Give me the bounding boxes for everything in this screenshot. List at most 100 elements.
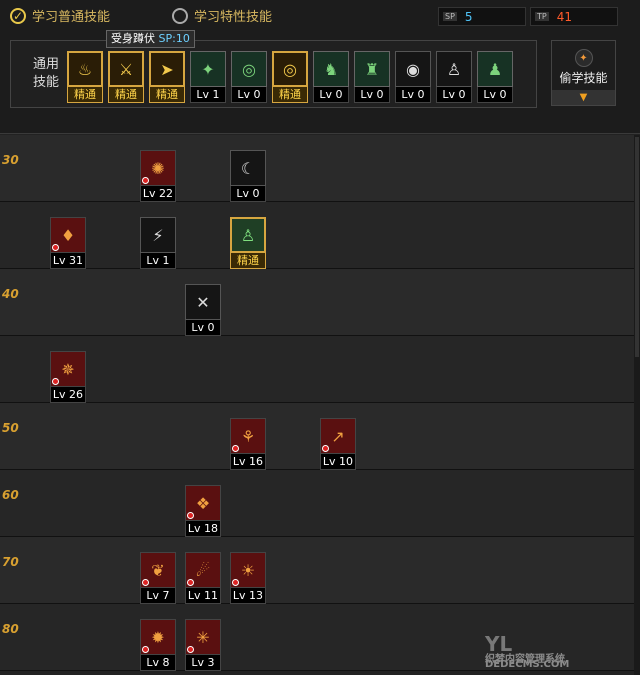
skill-level: Lv 16: [230, 454, 266, 470]
skill-level: Lv 0: [313, 87, 349, 103]
skill-slot[interactable]: ↗ Lv 10: [320, 418, 356, 470]
chevron-down-icon[interactable]: ▼: [552, 90, 615, 105]
watermark-url: DEDECMS.COM: [485, 659, 570, 670]
skill-level: Lv 26: [50, 387, 86, 403]
tab-learn-trait[interactable]: 学习特性技能: [172, 6, 272, 25]
roll-icon[interactable]: ⚔: [108, 51, 144, 87]
skill-row: ✵ Lv 26: [0, 336, 634, 403]
skill-slot[interactable]: ⚡ Lv 1: [140, 217, 176, 269]
common-skill-slot[interactable]: ♜ Lv 0: [354, 51, 390, 103]
common-skill-slot[interactable]: ⚔ 精通: [108, 51, 144, 103]
tp-value: 41: [556, 9, 572, 24]
tab-label: 学习普通技能: [32, 10, 111, 25]
eye-icon[interactable]: ◉: [395, 51, 431, 87]
skill-sun-icon[interactable]: ✹: [140, 619, 176, 655]
run-icon[interactable]: ➤: [149, 51, 185, 87]
skill-cross-icon[interactable]: ✕: [185, 284, 221, 320]
wings-icon[interactable]: ✦: [190, 51, 226, 87]
skill-orb-icon[interactable]: ☀: [230, 552, 266, 588]
alert-badge-icon: [52, 244, 59, 251]
skill-level: 精通: [230, 253, 266, 269]
skill-level: Lv 3: [185, 655, 221, 671]
tab-learn-normal[interactable]: ✓ 学习普通技能: [10, 6, 110, 25]
skill-slot[interactable]: ♙ 精通: [230, 217, 266, 269]
skill-level: Lv 0: [230, 186, 266, 202]
skill-spear-icon[interactable]: ↗: [320, 418, 356, 454]
skill-slot[interactable]: ☀ Lv 13: [230, 552, 266, 604]
watermark-logo: YL 织梦内容管理系统 DEDECMS.COM: [485, 632, 569, 670]
scrollbar-thumb[interactable]: [635, 137, 639, 357]
skill-slot[interactable]: ✕ Lv 0: [185, 284, 221, 336]
skill-slot[interactable]: ⚘ Lv 16: [230, 418, 266, 470]
skill-slot[interactable]: ❦ Lv 7: [140, 552, 176, 604]
skill-vortex-icon[interactable]: ✵: [50, 351, 86, 387]
skill-slot[interactable]: ✹ Lv 8: [140, 619, 176, 671]
skill-level: 精通: [149, 87, 185, 103]
level-requirement-label: 70: [2, 555, 19, 569]
tp-tag: TP: [535, 12, 549, 21]
tp-counter: TP 41: [530, 7, 618, 26]
skill-slot[interactable]: ☄ Lv 11: [185, 552, 221, 604]
skill-tooltip: 受身蹲伏 SP:10: [106, 30, 195, 48]
wizard-icon[interactable]: ♜: [354, 51, 390, 87]
radio-icon: [172, 7, 188, 24]
alert-badge-icon: [142, 579, 149, 586]
skill-slot[interactable]: ✺ Lv 22: [140, 150, 176, 202]
common-skill-slot[interactable]: ♨ 精通: [67, 51, 103, 103]
skill-slash-icon[interactable]: ☾: [230, 150, 266, 186]
skill-leaf-icon[interactable]: ❦: [140, 552, 176, 588]
skill-slot[interactable]: ✳ Lv 3: [185, 619, 221, 671]
skill-level: Lv 1: [190, 87, 226, 103]
skill-level: 精通: [272, 87, 308, 103]
steal-icon: ✦: [574, 49, 593, 67]
skill-claw-icon[interactable]: ⚡: [140, 217, 176, 253]
skill-slot[interactable]: ☾ Lv 0: [230, 150, 266, 202]
common-skill-slot[interactable]: ✦ Lv 1: [190, 51, 226, 103]
level-requirement-label: 40: [2, 287, 19, 301]
skill-slot[interactable]: ♦ Lv 31: [50, 217, 86, 269]
common-skill-slot[interactable]: ♟ Lv 0: [477, 51, 513, 103]
skill-row: 40 ✕ Lv 0: [0, 269, 634, 336]
level-requirement-label: 50: [2, 421, 19, 435]
skill-burst-icon[interactable]: ✺: [140, 150, 176, 186]
skill-row: ♦ Lv 31 ⚡ Lv 1 ♙ 精通: [0, 202, 634, 269]
skill-fang-icon[interactable]: ⚘: [230, 418, 266, 454]
level-requirement-label: 30: [2, 153, 19, 167]
skill-row: 30 ✺ Lv 22 ☾ Lv 0: [0, 135, 634, 202]
steal-skill-button[interactable]: ✦ 偷学技能 ▼: [551, 40, 616, 106]
crouch-icon[interactable]: ♨: [67, 51, 103, 87]
skill-wing-icon[interactable]: ❖: [185, 485, 221, 521]
tooltip-skill-name: 受身蹲伏: [111, 32, 155, 45]
common-skill-slot[interactable]: ♞ Lv 0: [313, 51, 349, 103]
alert-badge-icon: [187, 512, 194, 519]
skill-aura-icon[interactable]: ♙: [230, 217, 266, 253]
skill-level: Lv 13: [230, 588, 266, 604]
scrollbar[interactable]: [634, 135, 640, 675]
knight-icon[interactable]: ♞: [313, 51, 349, 87]
skill-flame-icon[interactable]: ♦: [50, 217, 86, 253]
alert-badge-icon: [52, 378, 59, 385]
common-skill-slot[interactable]: ◎ 精通: [272, 51, 308, 103]
skill-level: Lv 31: [50, 253, 86, 269]
skill-beam-icon[interactable]: ☄: [185, 552, 221, 588]
alert-badge-icon: [142, 646, 149, 653]
skill-slot[interactable]: ✵ Lv 26: [50, 351, 86, 403]
skill-web-icon[interactable]: ✳: [185, 619, 221, 655]
common-skill-slot[interactable]: ♙ Lv 0: [436, 51, 472, 103]
alert-badge-icon: [187, 579, 194, 586]
muscle-icon[interactable]: ♙: [436, 51, 472, 87]
common-skill-slot[interactable]: ➤ 精通: [149, 51, 185, 103]
common-skill-slot[interactable]: ◎ Lv 0: [231, 51, 267, 103]
target-icon[interactable]: ◎: [231, 51, 267, 87]
skill-level: Lv 7: [140, 588, 176, 604]
check-icon: ✓: [10, 7, 26, 24]
target-gold-icon[interactable]: ◎: [272, 51, 308, 87]
skill-slot[interactable]: ❖ Lv 18: [185, 485, 221, 537]
sp-counter: SP 5: [438, 7, 526, 26]
alert-badge-icon: [142, 177, 149, 184]
common-skill-slot[interactable]: ◉ Lv 0: [395, 51, 431, 103]
steal-label: 偷学技能: [559, 71, 608, 85]
figure-icon[interactable]: ♟: [477, 51, 513, 87]
skill-level: Lv 0: [395, 87, 431, 103]
common-skills-panel: 通用技能 ♨ 精通 ⚔ 精通 ➤ 精通 ✦ Lv 1 ◎ Lv 0 ◎ 精通 ♞ Lv 0 ♜ Lv 0 ◉ Lv…: [10, 40, 537, 108]
